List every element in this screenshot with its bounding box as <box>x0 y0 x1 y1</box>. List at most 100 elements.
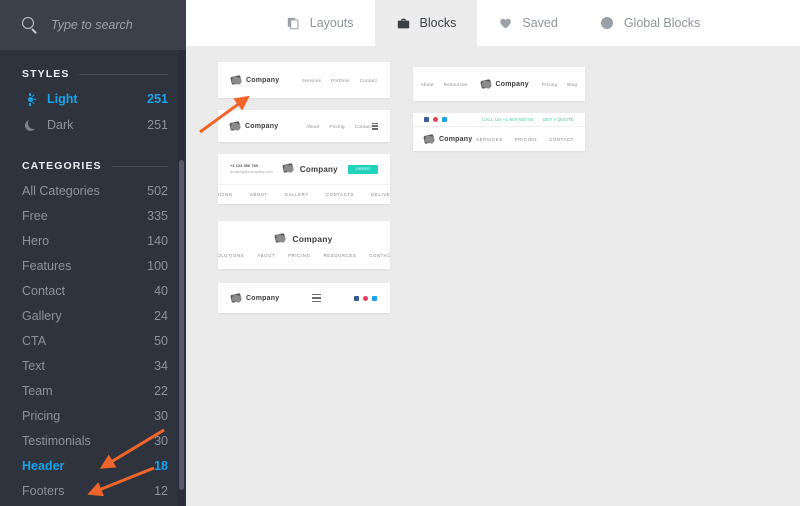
sidebar-item-count: 100 <box>147 258 168 273</box>
block-nav-item: SOLUTIONS <box>218 252 245 258</box>
tab-layouts[interactable]: Layouts <box>265 0 375 46</box>
twitter-icon <box>442 117 447 122</box>
tab-label: Saved <box>522 16 558 30</box>
divider <box>111 165 168 167</box>
block-nav-item: Resources <box>443 81 468 87</box>
block-nav-item: Blog <box>567 81 578 87</box>
block-nav-item: ABOUT <box>257 252 276 258</box>
sidebar-item-free[interactable]: Free 335 <box>0 203 186 228</box>
block-topbar-link: GET A QUOTE <box>542 117 574 122</box>
sidebar-item-light[interactable]: Light 251 <box>0 86 186 112</box>
block-brand-name: Company <box>439 135 473 143</box>
company-logo-icon <box>275 233 288 246</box>
sidebar-item-header[interactable]: Header 18 <box>0 453 186 478</box>
sidebar-item-label: Hero <box>22 233 50 248</box>
block-nav-item: Pricing <box>329 123 345 129</box>
sidebar-item-footers[interactable]: Footers 12 <box>0 478 186 503</box>
sidebar-item-features[interactable]: Features 100 <box>0 253 186 278</box>
sidebar-item-count: 50 <box>154 333 168 348</box>
company-logo-icon <box>283 163 296 176</box>
block-card-header-contact-centered-logo-cta[interactable]: +1 123 456 789 booking@company.com Compa… <box>218 154 390 204</box>
tab-saved[interactable]: Saved <box>477 0 578 46</box>
sidebar-item-label: Gallery <box>22 308 62 323</box>
sidebar-item-cta[interactable]: CTA 50 <box>0 328 186 353</box>
sidebar-item-label: All Categories <box>22 183 100 198</box>
sidebar-item-pricing[interactable]: Pricing 30 <box>0 403 186 428</box>
block-card-header-centered-logo-split-nav[interactable]: About Resources Company Pricing Blog <box>413 67 585 101</box>
moon-icon <box>22 118 39 131</box>
block-contact-info: +1 123 456 789 booking@company.com <box>230 163 273 175</box>
sidebar-item-count: 24 <box>154 308 168 323</box>
blocks-column: Company Services Portfolio Contact Compa… <box>218 62 413 216</box>
block-card-header-logo-left-nav-hamburger[interactable]: Company About Pricing Contact <box>218 110 390 142</box>
sidebar-item-count: 251 <box>147 118 168 132</box>
sidebar-item-team[interactable]: Team 22 <box>0 378 186 403</box>
block-nav-right: Pricing Blog <box>542 82 577 87</box>
sidebar-item-label: Header <box>22 458 65 473</box>
block-nav-left: About Resources <box>421 82 468 87</box>
block-nav-item: CONTACTS <box>325 192 355 197</box>
block-nav-item: PRICING <box>218 192 233 197</box>
search-input[interactable] <box>51 18 181 32</box>
sidebar: STYLES Light 251 Dark 251 CATEGORIES <box>0 0 186 506</box>
tab-global-blocks[interactable]: Global Blocks <box>579 0 721 46</box>
search-bar[interactable] <box>0 0 186 50</box>
blocks-grid: Company Services Portfolio Contact Compa… <box>186 62 800 325</box>
facebook-icon <box>353 295 359 301</box>
block-card-header-topbar-social-contact[interactable]: CALL US +1 800 000 00 GET A QUOTE Compan… <box>413 113 585 151</box>
sidebar-item-testimonials[interactable]: Testimonials 30 <box>0 428 186 453</box>
block-nav-item: Contact <box>354 123 372 129</box>
sidebar-item-contact[interactable]: Contact 40 <box>0 278 186 303</box>
sidebar-item-count: 12 <box>154 483 168 498</box>
block-nav: SOLUTIONS ABOUT PRICING RESOURCES CONTAC… <box>218 253 390 258</box>
sun-icon <box>22 92 38 106</box>
facebook-icon <box>424 117 429 122</box>
block-social-links <box>353 295 377 301</box>
sidebar-item-all-categories[interactable]: All Categories 502 <box>0 178 186 203</box>
block-brand: Company <box>231 293 279 304</box>
block-brand: Company <box>424 134 472 145</box>
block-nav-item: RESOURCES <box>323 252 357 258</box>
sidebar-item-text[interactable]: Text 34 <box>0 353 186 378</box>
company-logo-icon <box>481 79 492 90</box>
sidebar-item-count: 251 <box>147 92 168 106</box>
dribbble-icon <box>433 117 438 122</box>
sidebar-item-gallery[interactable]: Gallery 24 <box>0 303 186 328</box>
sidebar-item-label: Contact <box>22 283 66 298</box>
block-nav-item: DELIVERY <box>371 192 390 197</box>
block-nav-item: Contact <box>359 77 377 83</box>
sidebar-item-label: Pricing <box>22 408 61 423</box>
block-nav: About Pricing Contact <box>306 124 372 129</box>
main-panel: Layouts Blocks Saved Global Blocks Compa… <box>186 0 800 506</box>
search-icon <box>22 16 39 34</box>
sidebar-item-count: 30 <box>154 433 168 448</box>
company-logo-icon <box>424 134 435 145</box>
sidebar-scrollbar-thumb[interactable] <box>178 160 184 490</box>
block-nav-item: CONTACT <box>549 136 574 142</box>
sidebar-item-dark[interactable]: Dark 251 <box>0 112 186 138</box>
twitter-icon <box>371 295 377 301</box>
block-card-header-logo-left-nav-right[interactable]: Company Services Portfolio Contact <box>218 62 390 98</box>
globe-icon <box>600 16 615 31</box>
categories-section-title: CATEGORIES <box>22 160 102 172</box>
categories-section-header: CATEGORIES <box>0 160 186 172</box>
blocks-column: About Resources Company Pricing Blog CAL… <box>413 62 608 216</box>
sidebar-item-hero[interactable]: Hero 140 <box>0 228 186 253</box>
sidebar-item-label: Team <box>22 383 53 398</box>
sidebar-item-label: Free <box>22 208 48 223</box>
block-card-header-stacked-centered[interactable]: Company SOLUTIONS ABOUT PRICING RESOURCE… <box>218 221 390 269</box>
block-email: booking@company.com <box>230 169 273 174</box>
sidebar-scrollbar-track[interactable] <box>178 50 185 506</box>
sidebar-item-count: 335 <box>147 208 168 223</box>
block-nav: PRICING ABOUT GALLERY CONTACTS DELIVERY <box>218 192 390 197</box>
sidebar-item-count: 502 <box>147 183 168 198</box>
company-logo-icon <box>230 121 241 132</box>
divider <box>79 73 168 75</box>
tab-label: Blocks <box>419 16 457 30</box>
tab-blocks[interactable]: Blocks <box>374 0 478 46</box>
block-nav-item: CONTACT <box>369 252 390 258</box>
sidebar-item-label: Testimonials <box>22 433 91 448</box>
block-card-header-logo-hamburger-social[interactable]: Company <box>218 283 390 313</box>
sidebar-item-label: Dark <box>47 118 74 132</box>
sidebar-item-count: 140 <box>147 233 168 248</box>
